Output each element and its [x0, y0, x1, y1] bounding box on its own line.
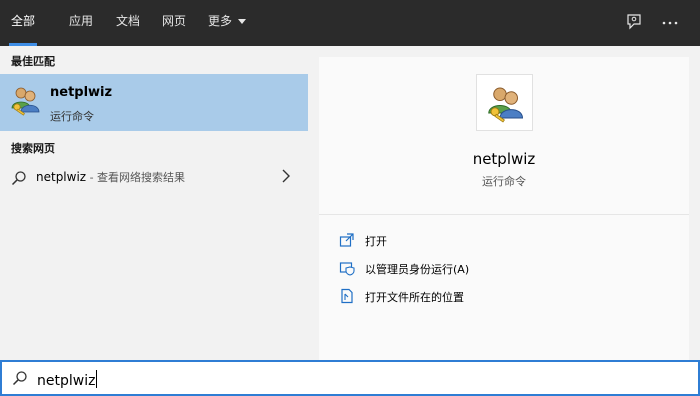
tab-all[interactable]: 全部	[8, 0, 38, 46]
search-input[interactable]: netplwiz	[37, 370, 98, 389]
tab-web[interactable]: 网页	[162, 0, 186, 46]
tab-apps[interactable]: 应用	[69, 0, 93, 46]
preview-title: netplwiz	[472, 150, 536, 168]
results-pane: 最佳匹配 netplwiz 运行命令 搜索网页 netplwiz - 查看网络搜…	[0, 46, 308, 360]
best-match-subtitle: 运行命令	[50, 110, 94, 123]
web-search-result[interactable]: netplwiz - 查看网络搜索结果	[0, 160, 308, 194]
preview-subtitle: 运行命令	[482, 175, 526, 188]
search-icon	[12, 371, 27, 386]
chevron-down-icon	[238, 19, 247, 24]
chevron-right-icon	[282, 169, 290, 183]
file-location-icon	[341, 288, 353, 304]
tab-documents[interactable]: 文档	[116, 0, 140, 46]
open-icon	[339, 233, 354, 247]
preview-pane: netplwiz 运行命令 打开 以管理员身份运行(A) 打开文件所在的位置	[319, 57, 689, 360]
best-match-title: netplwiz	[50, 85, 113, 100]
web-result-description: - 查看网络搜索结果	[86, 171, 186, 184]
divider	[319, 214, 689, 215]
shield-icon	[339, 262, 355, 276]
feedback-icon[interactable]	[624, 12, 644, 32]
user-accounts-icon	[488, 87, 524, 123]
best-match-heading: 最佳匹配	[11, 55, 55, 68]
preview-app-icon	[476, 74, 533, 131]
tab-more[interactable]: 更多	[208, 0, 247, 46]
more-options-icon[interactable]	[660, 12, 680, 32]
search-box[interactable]: netplwiz	[0, 360, 700, 396]
web-search-heading: 搜索网页	[11, 142, 55, 155]
search-icon	[11, 171, 26, 186]
web-result-query: netplwiz	[36, 170, 87, 184]
best-match-result[interactable]: netplwiz 运行命令	[0, 74, 308, 131]
user-accounts-icon	[11, 87, 40, 116]
text-cursor	[96, 370, 98, 388]
top-tab-bar: 全部 应用 文档 网页 更多	[0, 0, 700, 46]
